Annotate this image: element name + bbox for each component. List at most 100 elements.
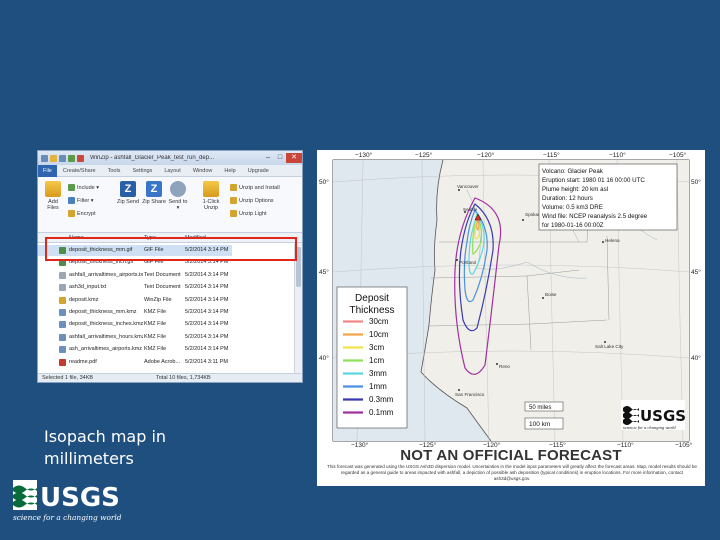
unzip-options-label: Unzip Options bbox=[239, 197, 274, 204]
encrypt-button[interactable]: Encrypt bbox=[68, 210, 96, 217]
city-san-francisco: San Francisco bbox=[455, 392, 485, 397]
zip-share-button[interactable]: Z Zip Share bbox=[142, 181, 166, 205]
minimize-button[interactable]: – bbox=[262, 153, 274, 163]
close-button[interactable]: ✕ bbox=[286, 153, 302, 163]
open-folder-icon[interactable] bbox=[50, 154, 57, 162]
kmz-file-icon bbox=[59, 346, 66, 354]
maximize-button[interactable]: □ bbox=[274, 153, 286, 163]
lat-label-45-right: 45° bbox=[691, 268, 701, 276]
undo-icon[interactable] bbox=[68, 154, 75, 162]
tab-tools[interactable]: Tools bbox=[102, 168, 127, 174]
lat-label-50-left: 50° bbox=[319, 178, 329, 186]
lat-label-40-right: 40° bbox=[691, 354, 701, 362]
file-row[interactable]: ashfall_arrivaltimes_airports.txt Text Do… bbox=[38, 270, 232, 281]
send-to-button[interactable]: Send to ▾ bbox=[168, 181, 188, 211]
pdf-file-icon bbox=[59, 358, 66, 366]
file-modified: 5/2/2014 3:14 PM bbox=[185, 309, 229, 315]
lon-label-110-top: −110° bbox=[609, 151, 626, 159]
unzip-light-button[interactable]: Unzip Light bbox=[230, 210, 267, 217]
lon-label-105-top: −105° bbox=[669, 151, 687, 159]
file-row[interactable]: ash_arrivaltimes_airports.kmz KMZ File 5/2… bbox=[38, 344, 232, 355]
zip-share-icon: Z bbox=[146, 181, 162, 197]
file-name: deposit.kmz bbox=[69, 296, 99, 303]
tab-create-share[interactable]: Create/Share bbox=[57, 168, 102, 174]
zip-send-icon: Z bbox=[120, 181, 136, 197]
file-row[interactable]: ash3d_input.txt Text Document 5/2/2014 3:1… bbox=[38, 282, 232, 293]
file-row[interactable]: deposit.kmz WinZip File 5/2/2014 3:14 PM bbox=[38, 295, 232, 306]
filter-icon bbox=[68, 197, 75, 204]
map-disclaimer: This forecast was generated using the US… bbox=[327, 464, 697, 481]
one-click-unzip-button[interactable]: 1-Click Unzip bbox=[198, 181, 224, 211]
zip-file-icon bbox=[59, 296, 66, 304]
file-list: deposit_thickness_mm.gif GIF File 5/2/2014… bbox=[38, 243, 302, 375]
status-bar: Selected 1 file, 34KB Total 10 files, 1,… bbox=[38, 373, 302, 382]
file-row[interactable]: deposit_thickness_inches.kmz KMZ File 5/2/… bbox=[38, 319, 232, 330]
usgs-tagline: science for a changing world bbox=[13, 513, 122, 522]
legend-label: 1cm bbox=[369, 356, 384, 365]
scale-miles: 50 miles bbox=[529, 405, 551, 411]
tab-layout[interactable]: Layout bbox=[158, 168, 187, 174]
tab-window[interactable]: Window bbox=[187, 168, 219, 174]
map-svg: Vancouver Seattle Portland Spokane Boise… bbox=[319, 151, 701, 449]
map-usgs-logo-text: USGS bbox=[640, 407, 686, 425]
lon-label-115-top: −115° bbox=[543, 151, 560, 159]
info-volume: Volume: 0.5 km3 DRE bbox=[542, 204, 603, 211]
lat-label-40-left: 40° bbox=[319, 354, 329, 362]
add-files-label: Add Files bbox=[47, 199, 59, 211]
tab-help[interactable]: Help bbox=[218, 168, 241, 174]
legend-label: 1mm bbox=[369, 382, 387, 391]
selected-file-highlight bbox=[45, 237, 297, 261]
lat-label-50-right: 50° bbox=[691, 178, 701, 186]
add-files-button[interactable]: Add Files bbox=[44, 181, 62, 211]
file-type: WinZip File bbox=[144, 296, 172, 303]
lon-label-125-top: −125° bbox=[415, 151, 433, 159]
legend-label: 0.3mm bbox=[369, 395, 394, 404]
city-reno: Reno bbox=[499, 364, 510, 369]
usgs-wave-mark bbox=[13, 480, 37, 510]
save-icon[interactable] bbox=[59, 154, 66, 162]
file-row[interactable]: readme.pdf Adobe Acrob... 5/2/2014 3:11 PM bbox=[38, 357, 232, 368]
scale-km: 100 km bbox=[529, 421, 550, 428]
unzip-install-icon bbox=[230, 184, 237, 191]
legend-title-line1: Deposit bbox=[355, 293, 389, 304]
tab-upgrade[interactable]: Upgrade bbox=[242, 168, 275, 174]
file-name: ash_arrivaltimes_airports.kmz bbox=[69, 346, 143, 353]
zip-send-button[interactable]: Z Zip Send bbox=[116, 181, 140, 205]
info-eruption-start: Eruption start: 1980 01 16 00:00 UTC bbox=[542, 177, 645, 184]
file-row[interactable]: ashfall_arrivaltimes_hours.kmz KMZ File 5/… bbox=[38, 332, 232, 343]
deposit-legend: Deposit Thickness 30cm 10cm 3cm 1cm 3mm 1mm 0.… bbox=[336, 286, 408, 429]
usgs-logo: USGS science for a changing world bbox=[13, 480, 122, 522]
file-modified: 5/2/2014 3:14 PM bbox=[185, 321, 229, 328]
city-vancouver: Vancouver bbox=[457, 184, 479, 189]
zip-send-label: Zip Send bbox=[116, 199, 139, 205]
tab-settings[interactable]: Settings bbox=[126, 168, 158, 174]
file-row[interactable]: deposit_thickness_mm.kmz KMZ File 5/2/2014… bbox=[38, 307, 232, 318]
city-helena: Helena bbox=[605, 238, 620, 243]
map-title: NOT AN OFFICIAL FORECAST bbox=[400, 447, 622, 464]
file-type: KMZ File bbox=[144, 321, 166, 328]
unzip-install-button[interactable]: Unzip and Install bbox=[230, 184, 280, 191]
file-list-scrollbar[interactable] bbox=[294, 243, 302, 375]
file-name: ashfall_arrivaltimes_hours.kmz bbox=[69, 333, 143, 340]
ribbon-tabs: File Create/Share Tools Settings Layout … bbox=[38, 164, 302, 177]
city-seattle: Seattle bbox=[463, 207, 478, 212]
lat-label-45-left: 45° bbox=[319, 268, 329, 276]
text-file-icon bbox=[59, 271, 66, 279]
file-modified: 5/2/2014 3:11 PM bbox=[185, 358, 229, 365]
unzip-options-button[interactable]: Unzip Options bbox=[230, 197, 274, 204]
ribbon-toolbar: Add Files Include ▾ Filter ▾ Encrypt Z Z… bbox=[38, 177, 302, 233]
file-modified: 5/2/2014 3:14 PM bbox=[185, 333, 229, 340]
winzip-app-icon[interactable] bbox=[41, 154, 48, 162]
file-type: KMZ File bbox=[144, 309, 166, 315]
file-name: readme.pdf bbox=[69, 358, 97, 365]
close-archive-icon[interactable] bbox=[77, 154, 84, 162]
legend-label: 3mm bbox=[369, 369, 387, 378]
filter-button[interactable]: Filter ▾ bbox=[68, 197, 94, 204]
info-duration: Duration: 12 hours bbox=[542, 195, 593, 202]
kmz-file-icon bbox=[59, 333, 66, 341]
include-button[interactable]: Include ▾ bbox=[68, 184, 99, 191]
file-type: KMZ File bbox=[144, 346, 166, 353]
tab-file[interactable]: File bbox=[38, 164, 57, 177]
lock-icon bbox=[68, 210, 75, 217]
file-name: ash3d_input.txt bbox=[69, 284, 107, 291]
